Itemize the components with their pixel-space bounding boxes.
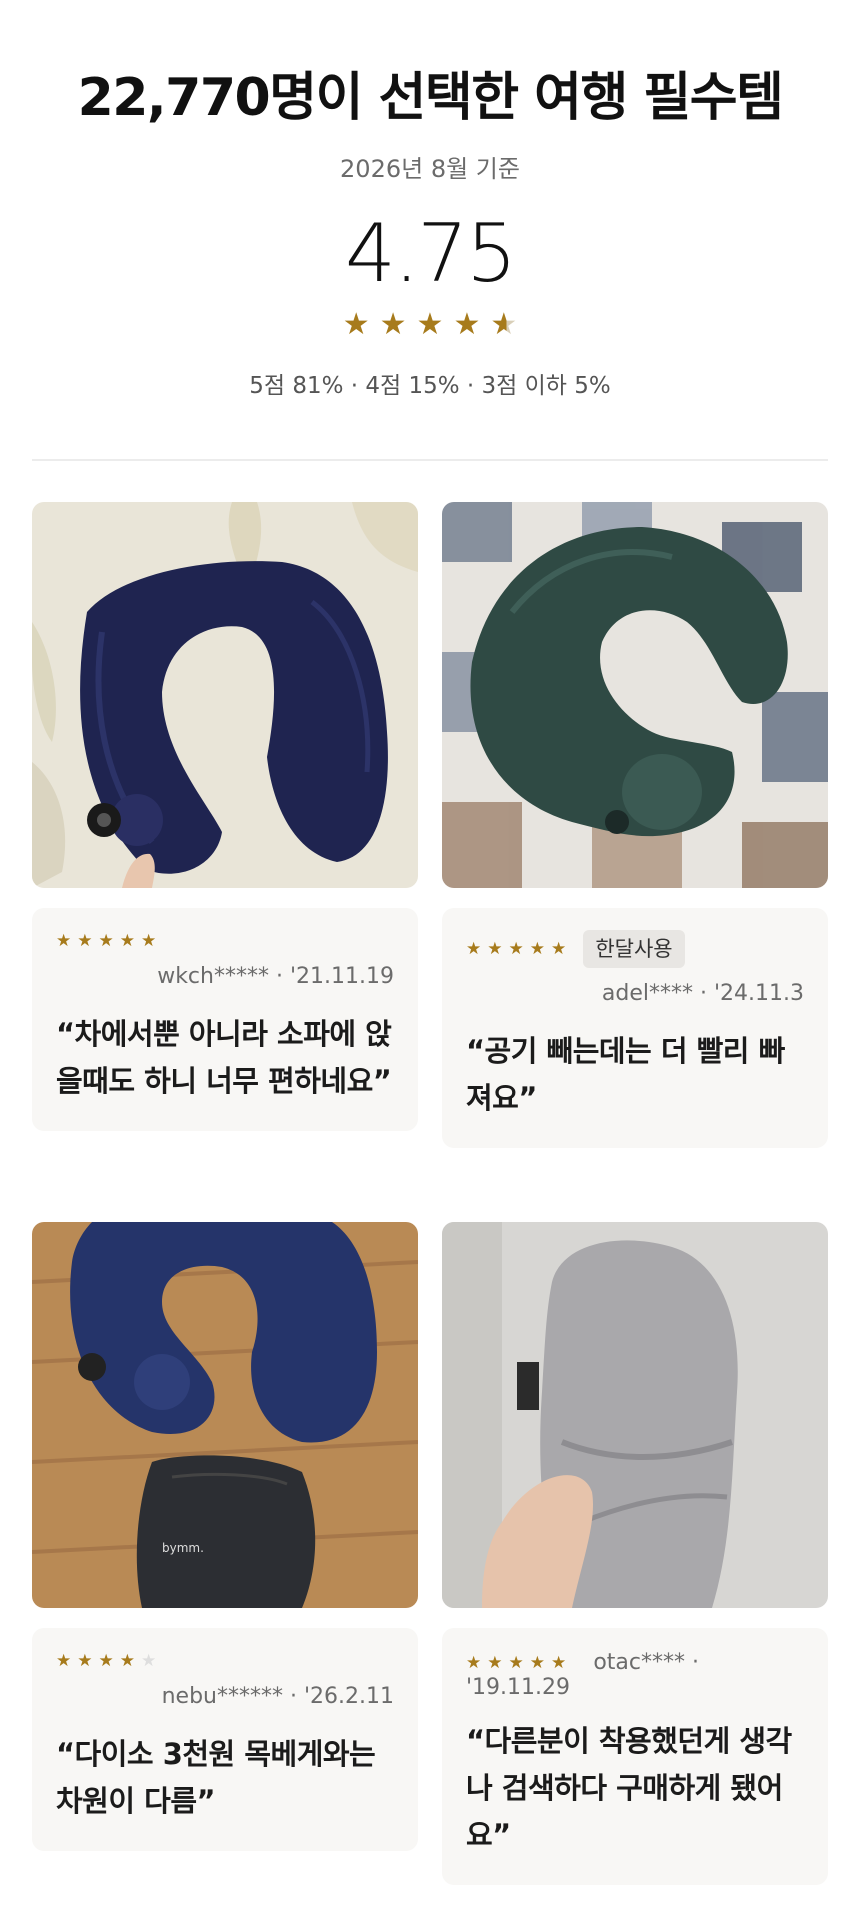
divider: [32, 459, 828, 461]
review-card: ★ ★ ★ ★ ★ 한달사용 adel**** · '24.11.3 “공기 빼…: [442, 908, 828, 1148]
review-item[interactable]: ★ ★ ★ ★ ★ otac**** · '19.11.29 “다른분이 착용했…: [442, 1222, 828, 1885]
review-stars: ★ ★ ★ ★ ★: [56, 1651, 156, 1671]
review-meta: adel**** · '24.11.3: [601, 981, 804, 1006]
review-date: '24.11.3: [713, 981, 804, 1006]
review-photo[interactable]: bymm.: [32, 1222, 418, 1608]
review-date: '21.11.19: [289, 963, 394, 989]
review-stars: ★ ★ ★ ★ ★: [56, 931, 156, 951]
star-icon: ★: [77, 1650, 93, 1671]
grey-plush-pillow-photo: [442, 1222, 828, 1608]
usage-badge: 한달사용: [583, 930, 685, 968]
review-photo[interactable]: [32, 502, 418, 888]
review-summary: 22,770명이 선택한 여행 필수템 2026년 8월 기준 4.75 ★ ★…: [0, 0, 860, 402]
star-icon: ★: [508, 939, 524, 959]
rating-distribution: 5점 81% · 4점 15% · 3점 이하 5%: [249, 373, 611, 399]
star-icon: ★: [98, 930, 114, 951]
empty-star-icon: ★: [141, 1650, 157, 1671]
star-icon: ★: [487, 1652, 503, 1673]
review-item[interactable]: ★ ★ ★ ★ ★ 한달사용 adel**** · '24.11.3 “공기 빼…: [442, 502, 828, 1148]
review-photo[interactable]: [442, 502, 828, 888]
star-icon: ★: [141, 930, 157, 951]
star-icon: ★: [508, 1652, 524, 1673]
review-stars: ★ ★ ★ ★ ★: [466, 1653, 566, 1673]
navy-neck-pillow-photo: [32, 502, 418, 888]
headline: 22,770명이 선택한 여행 필수템: [77, 68, 784, 128]
reviewer-name: otac****: [593, 1650, 686, 1675]
partial-star-icon: ★: [490, 307, 518, 342]
review-date: '19.11.29: [466, 1675, 571, 1700]
review-quote: “차에서뿐 아니라 소파에 앉을때도 하니 너무 편하네요”: [56, 1016, 392, 1098]
star-icon: ★: [416, 307, 444, 342]
review-card: ★ ★ ★ ★ ★ nebu****** · '26.2.11 “다이소 3천원…: [32, 1628, 418, 1851]
average-rating: 4.75: [344, 207, 517, 300]
review-stars: ★ ★ ★ ★ ★: [466, 939, 566, 959]
review-quote: “공기 빼는데는 더 빨리 빠져요”: [466, 1034, 785, 1115]
star-icon: ★: [56, 930, 72, 951]
navy-pillow-with-pouch-photo: bymm.: [32, 1222, 418, 1608]
star-icon: ★: [466, 939, 482, 959]
review-card: ★ ★ ★ ★ ★ otac**** · '19.11.29 “다른분이 착용했…: [442, 1628, 828, 1885]
green-neck-pillow-photo: [442, 502, 828, 888]
review-quote: “다른분이 착용했던게 생각나 검색하다 구매하게 됐어요”: [466, 1724, 792, 1852]
star-icon: ★: [56, 1650, 72, 1671]
star-icon: ★: [466, 1652, 482, 1673]
reviewer-name: wkch*****: [157, 963, 269, 989]
as-of-date: 2026년 8월 기준: [340, 155, 520, 183]
review-meta: nebu****** · '26.2.11: [161, 1683, 394, 1709]
star-icon: ★: [119, 930, 135, 951]
star-icon: ★: [453, 307, 481, 342]
review-item[interactable]: ★ ★ ★ ★ ★ wkch***** · '21.11.19 “차에서뿐 아니…: [32, 502, 418, 1131]
review-meta: wkch***** · '21.11.19: [157, 963, 394, 989]
review-card: ★ ★ ★ ★ ★ wkch***** · '21.11.19 “차에서뿐 아니…: [32, 908, 418, 1131]
star-icon: ★: [529, 939, 545, 959]
pouch-brand-text: bymm.: [162, 1541, 204, 1555]
review-photo[interactable]: [442, 1222, 828, 1608]
star-icon: ★: [119, 1650, 135, 1671]
star-icon: ★: [98, 1650, 114, 1671]
star-icon: ★: [342, 307, 370, 342]
average-stars: ★ ★ ★ ★ ★: [0, 308, 860, 342]
review-item[interactable]: bymm. ★ ★ ★ ★ ★ nebu****** · '26.2.11 “다…: [32, 1222, 418, 1851]
star-icon: ★: [379, 307, 407, 342]
star-icon: ★: [551, 939, 567, 959]
star-icon: ★: [551, 1652, 567, 1673]
star-icon: ★: [487, 939, 503, 959]
star-icon: ★: [529, 1652, 545, 1673]
review-page: 22,770명이 선택한 여행 필수템 2026년 8월 기준 4.75 ★ ★…: [0, 0, 860, 1921]
review-quote: “다이소 3천원 목베게와는 차원이 다름”: [56, 1736, 376, 1818]
review-date: '26.2.11: [303, 1683, 394, 1709]
reviewer-name: adel****: [601, 981, 693, 1006]
reviewer-name: nebu******: [161, 1683, 283, 1709]
star-icon: ★: [77, 930, 93, 951]
